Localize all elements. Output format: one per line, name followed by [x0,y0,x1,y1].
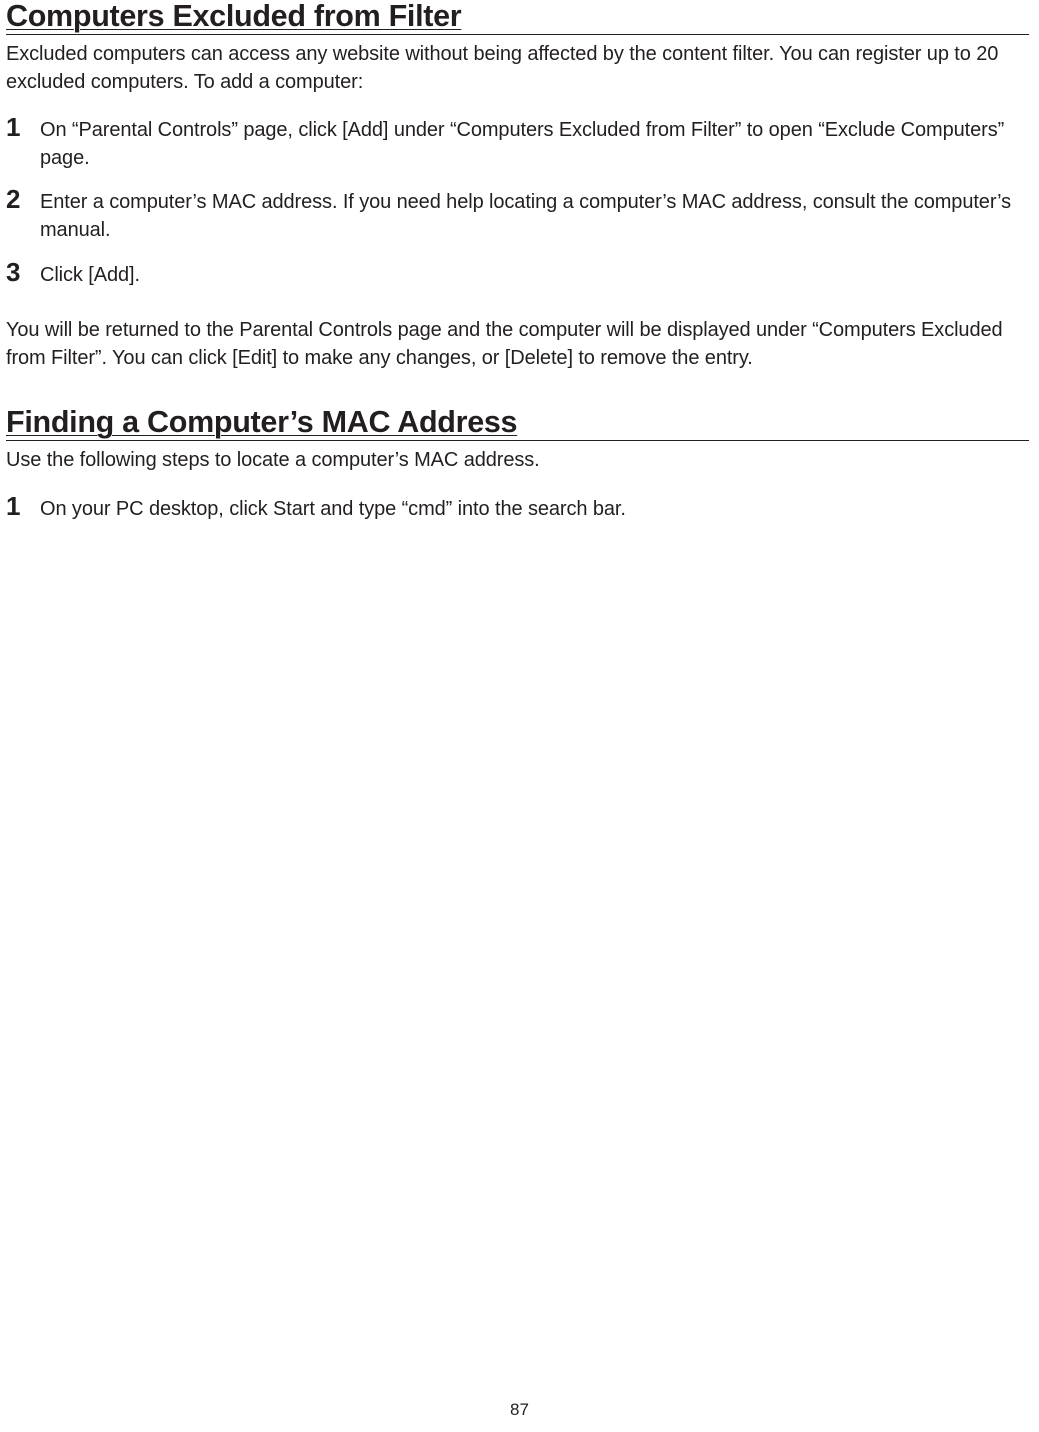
step-number: 1 [6,493,40,519]
step-number: 3 [6,259,40,285]
step-item: 2 Enter a computer’s MAC address. If you… [6,186,1029,244]
step-text: On your PC desktop, click Start and type… [40,496,1029,524]
step-item: 3 Click [Add]. [6,259,1029,290]
section2-intro: Use the following steps to locate a comp… [6,447,1029,475]
step-item: 1 On “Parental Controls” page, click [Ad… [6,114,1029,172]
step-text: Click [Add]. [40,262,1029,290]
step-number: 2 [6,186,40,212]
section1-intro: Excluded computers can access any websit… [6,41,1029,96]
section1-after: You will be returned to the Parental Con… [6,317,1029,372]
section-heading-1-text: Computers Excluded from Filter [6,0,461,33]
page-number: 87 [0,1400,1039,1420]
step-text: On “Parental Controls” page, click [Add]… [40,117,1029,172]
section-heading-2-text: Finding a Computer’s MAC Address [6,405,517,439]
section-heading-1: Computers Excluded from Filter [6,0,1029,35]
step-text: Enter a computer’s MAC address. If you n… [40,189,1029,244]
section-heading-2: Finding a Computer’s MAC Address [6,406,1029,441]
step-item: 1 On your PC desktop, click Start and ty… [6,493,1029,524]
step-number: 1 [6,114,40,140]
